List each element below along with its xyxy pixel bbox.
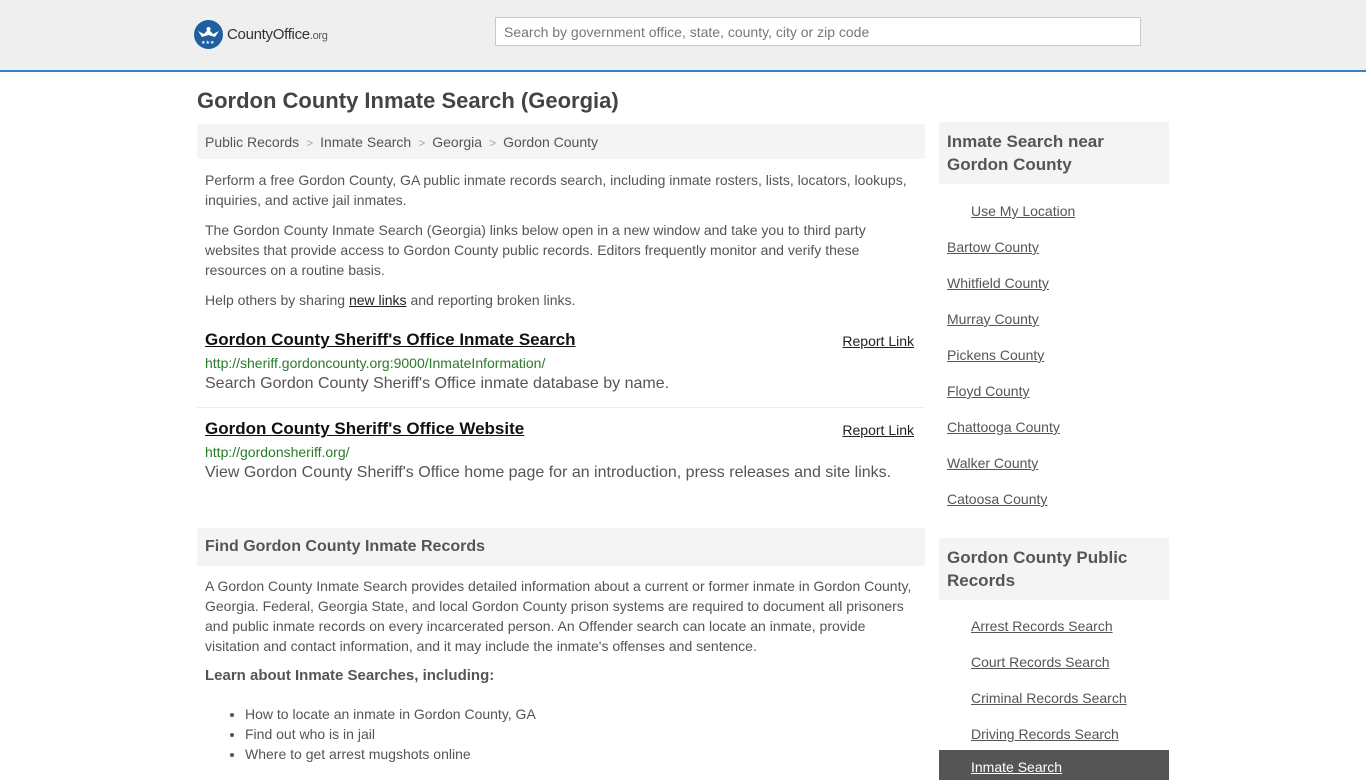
learn-heading: Learn about Inmate Searches, including:: [205, 667, 495, 684]
new-links-link[interactable]: new links: [349, 292, 407, 308]
breadcrumb-separator: >: [306, 136, 314, 150]
nearby-county-link[interactable]: Chattooga County: [939, 419, 1169, 455]
sidebar: Inmate Search near Gordon County Use My …: [939, 122, 1169, 762]
nearby-heading: Inmate Search near Gordon County: [939, 122, 1169, 184]
main-content: Public Records > Inmate Search > Georgia > Gor…: [197, 124, 925, 764]
eagle-seal-icon: ★★★: [194, 20, 223, 49]
resource-link-title[interactable]: Gordon County Sheriff's Office Inmate Se…: [205, 330, 576, 350]
resource-link-url: http://sheriff.gordoncounty.org:9000/Inm…: [205, 355, 546, 371]
use-my-location-link[interactable]: Use My Location: [939, 203, 1169, 239]
breadcrumb-item-inmate-search[interactable]: Inmate Search: [320, 134, 411, 150]
records-link[interactable]: Court Records Search: [939, 654, 1169, 690]
list-item: Find out who is in jail: [245, 724, 925, 744]
resource-link-description: Search Gordon County Sheriff's Office in…: [205, 375, 670, 392]
breadcrumb: Public Records > Inmate Search > Georgia > Gor…: [197, 124, 925, 159]
page-title: Gordon County Inmate Search (Georgia): [197, 88, 619, 113]
nearby-county-link[interactable]: Walker County: [939, 455, 1169, 491]
list-item: How to locate an inmate in Gordon County…: [245, 704, 925, 724]
intro-paragraph-2: The Gordon County Inmate Search (Georgia…: [205, 222, 866, 278]
breadcrumb-item-gordon-county[interactable]: Gordon County: [503, 134, 598, 150]
public-records-list: Arrest Records Search Court Records Sear…: [939, 618, 1169, 762]
nearby-county-link[interactable]: Murray County: [939, 311, 1169, 347]
list-item: Where to get arrest mugshots online: [245, 744, 925, 764]
resource-link-description: View Gordon County Sheriff's Office home…: [205, 464, 892, 481]
records-link-active[interactable]: Inmate Search: [939, 750, 1169, 780]
learn-list: How to locate an inmate in Gordon County…: [197, 704, 925, 764]
intro-text: Perform a free Gordon County, GA public …: [197, 170, 925, 310]
search-input[interactable]: [495, 17, 1141, 46]
resource-link-title[interactable]: Gordon County Sheriff's Office Website: [205, 419, 524, 439]
find-records-body: A Gordon County Inmate Search provides d…: [205, 578, 912, 654]
resource-link-url: http://gordonsheriff.org/: [205, 444, 350, 460]
find-records-heading: Find Gordon County Inmate Records: [197, 528, 925, 566]
nearby-county-link[interactable]: Whitfield County: [939, 275, 1169, 311]
site-header: ★★★ CountyOffice.org: [0, 0, 1366, 72]
breadcrumb-separator: >: [418, 136, 426, 150]
logo-wordmark: CountyOffice.org: [227, 26, 328, 43]
breadcrumb-item-public-records[interactable]: Public Records: [205, 134, 299, 150]
public-records-heading: Gordon County Public Records: [939, 538, 1169, 600]
nearby-county-link[interactable]: Bartow County: [939, 239, 1169, 275]
resource-link-item: Gordon County Sheriff's Office Website R…: [197, 419, 925, 494]
nearby-county-link[interactable]: Floyd County: [939, 383, 1169, 419]
resource-link-item: Gordon County Sheriff's Office Inmate Se…: [197, 330, 925, 408]
report-link-button[interactable]: Report Link: [842, 333, 914, 349]
nearby-county-link[interactable]: Catoosa County: [939, 491, 1169, 527]
intro-paragraph-1: Perform a free Gordon County, GA public …: [205, 172, 907, 208]
site-logo[interactable]: ★★★ CountyOffice.org: [194, 20, 328, 49]
report-link-button[interactable]: Report Link: [842, 422, 914, 438]
nearby-county-link[interactable]: Pickens County: [939, 347, 1169, 383]
svg-text:★★★: ★★★: [201, 40, 215, 46]
breadcrumb-separator: >: [489, 136, 497, 150]
intro-paragraph-3: Help others by sharing new links and rep…: [205, 292, 576, 308]
records-link[interactable]: Arrest Records Search: [939, 618, 1169, 654]
records-link[interactable]: Criminal Records Search: [939, 690, 1169, 726]
nearby-county-list: Use My Location Bartow County Whitfield …: [939, 203, 1169, 527]
breadcrumb-item-georgia[interactable]: Georgia: [432, 134, 482, 150]
